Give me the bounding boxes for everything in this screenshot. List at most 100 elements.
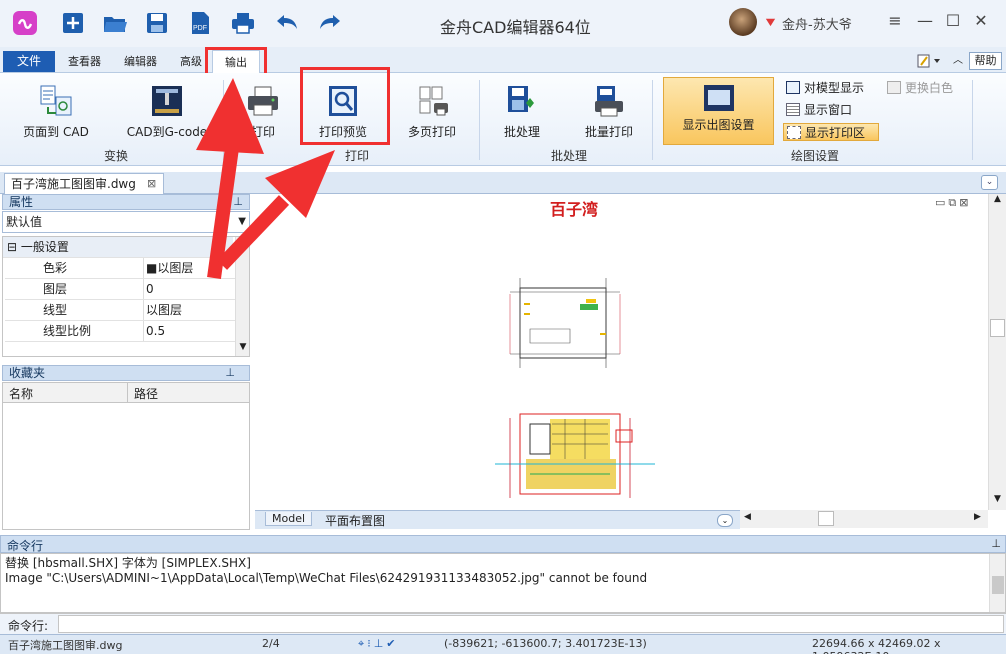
cad-to-gcode-button[interactable]: CAD到G-code [124,83,210,140]
document-tab-label: 百子湾施工图图审.dwg [11,177,136,191]
property-section[interactable]: ⊟ 一般设置 [3,237,233,258]
favorites-list: 名称 路径 [2,382,250,530]
scroll-down-icon[interactable]: ▼ [989,494,1006,504]
avatar[interactable] [729,8,757,36]
pin-icon[interactable]: ⊥ [991,537,1001,550]
model-display-checkbox-icon [786,81,800,94]
favorites-panel-header: 收藏夹 ⊥ [2,365,250,381]
user-name[interactable]: 金舟-苏大爷 [782,14,852,33]
style-dropdown-icon[interactable] [917,53,943,69]
help-button[interactable]: 帮助 [969,52,1002,70]
swap-white-option[interactable]: 更换白色 [887,79,953,97]
property-row[interactable]: 色彩 ■以图层 [5,258,235,279]
cnc-machine-icon [149,83,185,119]
favorites-title: 收藏夹 [9,366,46,380]
multi-page-print-label: 多页打印 [407,125,456,139]
column-name[interactable]: 名称 [9,385,33,402]
horizontal-scrollbar[interactable]: ◀ ▶ [740,510,988,528]
status-filename: 百子湾施工图图审.dwg [8,639,123,652]
command-line: 命令行: [0,613,1006,634]
property-selector[interactable]: 默认值 ▼ [2,211,250,233]
pin-icon[interactable]: ⊥ [233,195,243,209]
close-button[interactable]: ✕ [970,10,992,32]
document-tab[interactable]: 百子湾施工图图审.dwg ⊠ [4,173,164,194]
print-label: 打印 [250,125,275,139]
scroll-down-icon[interactable]: ▼ [236,342,250,356]
undo-icon[interactable] [272,8,302,38]
scroll-up-icon[interactable]: ▲ [989,194,1006,208]
batch-process-icon [504,83,540,119]
tab-list-dropdown-icon[interactable]: ⌄ [981,175,998,190]
ribbon-separator [972,80,973,160]
print-icon[interactable] [228,8,258,38]
collapse-icon: ⊟ [7,240,18,254]
scroll-thumb[interactable] [990,319,1005,337]
property-scrollbar[interactable]: ▲ ▼ [235,237,249,356]
open-icon[interactable] [100,8,130,38]
command-output-line: 替换 [hbsmall.SHX] 字体为 [SIMPLEX.SHX] [5,556,251,570]
property-row[interactable]: 线型 以图层 [5,300,235,321]
pin-icon[interactable]: ⊥ [225,366,235,380]
multi-page-print-button[interactable]: 多页打印 [400,83,464,140]
print-button[interactable]: 打印 [238,83,288,140]
layout-list-icon[interactable]: ⌄ [717,514,733,527]
command-scrollbar[interactable] [989,554,1005,612]
menu-icon[interactable]: ≡ [884,10,906,32]
save-icon[interactable] [142,8,172,38]
command-prompt: 命令行: [8,619,49,633]
property-name: 图层 [43,282,68,296]
new-icon[interactable] [58,8,88,38]
mdi-controls[interactable]: ▭⧉⊠ [935,196,971,210]
pdf-icon[interactable]: PDF [185,8,215,38]
properties-title: 属性 [9,195,34,209]
group-label-plot-settings: 绘图设置 [791,149,840,163]
multi-page-print-icon [414,83,450,119]
tab-viewer[interactable]: 查看器 [60,51,109,73]
window-title: 金舟CAD编辑器64位 [440,18,591,37]
page-to-cad-icon [38,83,74,119]
page-to-cad-button[interactable]: 页面到 CAD [18,83,94,140]
scroll-left-icon[interactable]: ◀ [744,512,751,522]
property-row[interactable]: 线型比例 0.5 [5,321,235,342]
column-path[interactable]: 路径 [127,383,158,403]
model-display-option[interactable]: 对模型显示 [786,79,864,97]
command-output: 替换 [hbsmall.SHX] 字体为 [SIMPLEX.SHX] Image… [0,553,1006,613]
scroll-thumb[interactable] [818,511,834,526]
redo-icon[interactable] [315,8,345,38]
property-value: 0 [143,279,154,299]
batch-process-button[interactable]: 批处理 [492,83,552,140]
drawing-canvas[interactable]: 百子湾 ▭⧉⊠ [255,194,988,510]
layout-tab-floor-plan[interactable]: 平面布置图 [325,512,385,529]
logo-icon[interactable] [10,8,40,38]
property-value: ■以图层 [143,258,193,278]
command-input[interactable] [58,615,1004,633]
minimize-button[interactable]: — [914,10,936,32]
scroll-up-icon[interactable]: ▲ [236,237,249,251]
show-window-option[interactable]: 显示窗口 [786,101,852,119]
layout-tab-model[interactable]: Model [265,512,313,526]
tab-editor[interactable]: 编辑器 [116,51,165,73]
batch-print-button[interactable]: 批量打印 [578,83,640,140]
swap-white-checkbox-icon [887,81,901,94]
tab-file[interactable]: 文件 [3,51,55,72]
scroll-right-icon[interactable]: ▶ [974,512,981,522]
swap-white-label: 更换白色 [905,81,954,95]
collapse-ribbon-icon[interactable]: ︿ [953,55,965,67]
batch-print-icon [591,83,627,119]
printer-icon [245,83,281,119]
vertical-scrollbar[interactable]: ▲ ▼ [988,194,1006,510]
close-tab-icon[interactable]: ⊠ [147,174,156,194]
property-grid: ⊟ 一般设置 色彩 ■以图层 图层 0 线型 以图层 线型比例 0.5 ▲ ▼ [2,236,250,357]
maximize-button[interactable]: ☐ [942,10,964,32]
snap-toggle-icons[interactable]: ⌖⁝⊥✔ [358,637,399,651]
property-row[interactable]: 图层 0 [5,279,235,300]
floor-plan-outline [500,274,630,374]
show-print-area-option[interactable]: 显示打印区 [783,123,879,141]
show-plot-settings-button[interactable]: 显示出图设置 [663,77,774,145]
property-value: 0.5 [143,321,165,341]
scroll-thumb[interactable] [992,576,1004,594]
group-label-print: 打印 [345,149,370,163]
command-header-title: 命令行 [7,539,44,553]
svg-text:PDF: PDF [193,25,207,32]
ribbon-separator [479,80,480,160]
